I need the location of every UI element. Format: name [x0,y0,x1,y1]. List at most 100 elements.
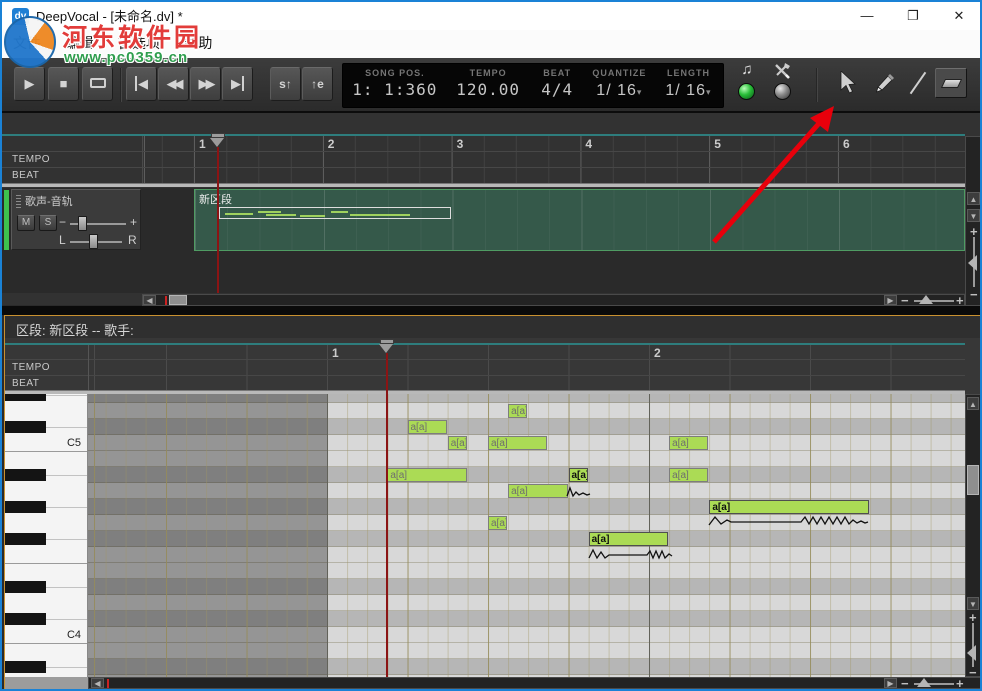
key-label-C4: C4 [51,629,81,641]
v-zoom-in-button[interactable]: + [969,613,977,623]
beat-label: BEAT [530,68,585,78]
v-zoom-out-button[interactable]: − [970,290,978,300]
scroll-right-button[interactable]: ▶ [884,295,897,305]
close-button[interactable]: ✕ [936,2,982,30]
black-key[interactable] [5,661,46,673]
note-C5[interactable]: a[a] [488,436,547,450]
set-end-marker-button[interactable]: ↑e [302,67,333,101]
note-C5[interactable]: a[a] [669,436,708,450]
piano-h-scrollbar[interactable]: ◀ ▶ − + [88,677,981,689]
black-key[interactable] [5,613,46,625]
h-zoom-thumb[interactable] [917,678,931,687]
skip-end-icon: ▶ [231,76,244,91]
scroll-left-button[interactable]: ◀ [143,295,156,305]
minimize-button[interactable]: — [844,2,890,30]
region-note-preview [219,207,451,219]
black-key[interactable] [5,469,46,481]
ruler-line [5,359,965,360]
quantize-value[interactable]: 1/ 16▾ [585,80,654,100]
note-G4[interactable]: a[a] [488,516,507,530]
rewind-button[interactable]: ◀◀ [158,67,189,101]
beat-display: BEAT 4/4 [530,64,585,107]
pan-slider-thumb[interactable] [89,234,98,249]
note-A#4[interactable]: a[a] [387,468,467,482]
track-h-scrollbar[interactable]: ◀ ▶ − + [142,294,965,306]
black-key[interactable] [5,394,46,401]
zoom-in-button[interactable]: + [956,296,964,306]
track-beat-label: BEAT [12,170,39,181]
track-header[interactable]: 歌声-音轨 M S − + L R [11,189,141,250]
v-zoom-thumb[interactable] [968,255,977,271]
note-C#5[interactable]: a[a] [408,420,447,434]
black-key[interactable] [5,581,46,593]
playhead-position-mark [107,679,109,688]
volume-minus-label: − [59,215,66,229]
h-zoom-thumb[interactable] [919,295,933,304]
pitch-curve[interactable] [707,512,869,528]
scroll-down-button[interactable]: ▼ [967,209,980,222]
zoom-in-button[interactable]: + [956,679,964,689]
scroll-right-button[interactable]: ▶ [884,678,897,688]
drag-grip-icon[interactable] [16,195,21,208]
line-tool[interactable] [910,72,927,94]
skip-to-start-button[interactable]: ◀ [126,67,157,101]
volume-slider-thumb[interactable] [78,216,87,231]
zoom-out-button[interactable]: − [901,296,909,306]
mute-button[interactable]: M [17,215,35,231]
piano-playhead-marker-tip[interactable] [379,344,393,353]
preview-note-bar [225,213,253,215]
eraser-tool-selected[interactable] [935,68,967,98]
scroll-up-button[interactable]: ▲ [967,192,980,205]
quantize-display[interactable]: QUANTIZE 1/ 16▾ [585,64,654,107]
track-playhead-marker-tip[interactable] [210,138,224,147]
scroll-up-button[interactable]: ▲ [967,397,979,410]
note-A#4[interactable]: a[a] [669,468,708,482]
stop-button[interactable]: ■ [48,67,79,101]
piano-keyboard[interactable]: C5C4 [5,394,88,677]
note-F#4[interactable]: a[a] [589,532,669,546]
track-name[interactable]: 歌声-音轨 [25,193,73,209]
h-scroll-thumb[interactable] [169,295,187,305]
scroll-left-button[interactable]: ◀ [91,678,104,688]
piano-tempo-label: TEMPO [12,362,50,373]
v-zoom-thumb[interactable] [967,645,976,661]
song-position-display: SONG POS. 1: 1:360 [343,64,447,107]
set-start-marker-button[interactable]: s↑ [270,67,301,101]
note-A4[interactable]: a[a] [508,484,567,498]
piano-playhead-line [386,353,388,677]
panel-gap [2,306,980,315]
v-zoom-in-button[interactable]: + [970,227,978,237]
black-key[interactable] [5,533,46,545]
track-tempo-label: TEMPO [12,154,50,165]
fast-forward-button[interactable]: ▶▶ [190,67,221,101]
v-zoom-out-button[interactable]: − [969,668,977,678]
track-v-scrollbar[interactable]: ▲ ▼ + − [965,136,982,306]
region-label: 新区段 [199,191,232,207]
annotation-arrow [692,92,852,252]
skip-to-end-button[interactable]: ▶ [222,67,253,101]
volume-plus-label: + [130,215,137,229]
piano-roll-grid[interactable]: a[a]a[a]a[a]a[a]a[a]a[a]a[a]a[a]a[a]a[a]… [88,394,965,677]
maximize-button[interactable]: ❐ [890,2,936,30]
pan-left-label: L [59,233,66,247]
zoom-out-button[interactable]: − [901,679,909,689]
note-C5[interactable]: a[a] [448,436,467,450]
v-scroll-thumb[interactable] [967,465,979,495]
play-button[interactable]: ▶ [14,67,45,101]
black-key[interactable] [5,501,46,513]
watermark-site-url: www.pc0359.cn [64,49,188,66]
loop-button[interactable] [82,67,113,101]
pitch-curve[interactable] [589,546,673,562]
pitch-curve[interactable] [567,484,591,500]
scroll-down-button[interactable]: ▼ [967,597,979,610]
pencil-tool[interactable] [873,72,895,99]
black-key[interactable] [5,421,46,433]
solo-button[interactable]: S [39,215,57,231]
quantize-dropdown-caret[interactable]: ▾ [637,87,643,97]
track-bar-number: 3 [457,137,464,151]
piano-ruler-grid[interactable] [88,345,965,390]
key-separator [46,395,88,396]
piano-v-scrollbar[interactable]: ▲ ▼ + − [965,394,981,677]
note-D5[interactable]: a[a] [508,404,527,418]
note-A#4[interactable]: a[a] [569,468,588,482]
